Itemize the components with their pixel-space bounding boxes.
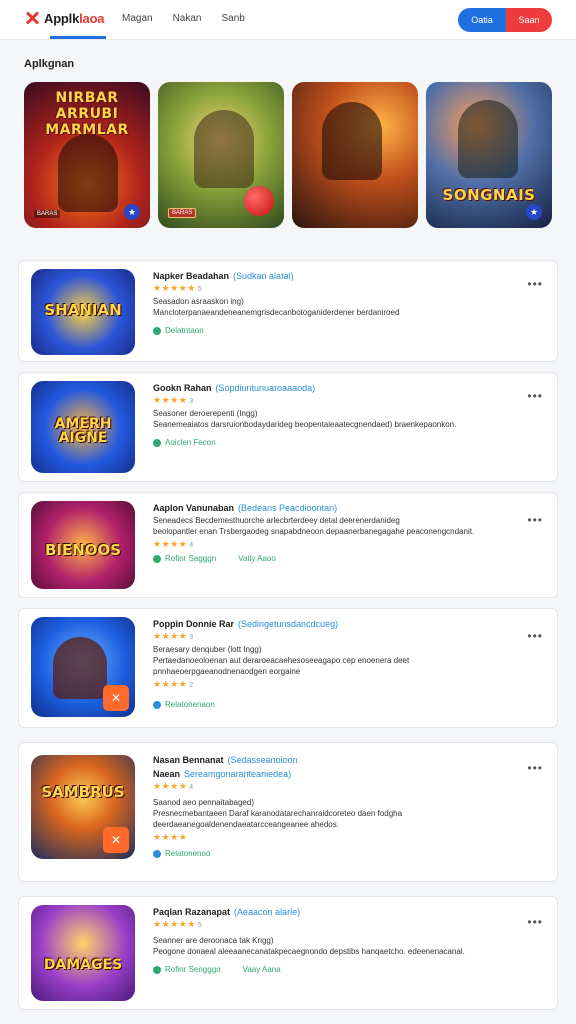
banner-tag: BARAS bbox=[34, 210, 61, 218]
list-item[interactable]: BIENOOS Aaplon Vanunaban (Bedeans Peacdio… bbox=[18, 492, 558, 598]
star-rating-secondary: ★★★★ 2 bbox=[153, 679, 194, 689]
more-dots-icon[interactable]: ••• bbox=[527, 915, 543, 929]
app-icon: AMERH AIGNE bbox=[31, 381, 135, 473]
app-icon: SHANIAN bbox=[31, 269, 135, 355]
oatia-button[interactable]: Oatia bbox=[458, 8, 506, 32]
more-dots-icon[interactable]: ••• bbox=[527, 629, 543, 643]
app-title: Napker Beadahan (Sudkan alatal) bbox=[153, 271, 294, 281]
star-badge-icon: ★ bbox=[124, 204, 140, 220]
check-dot-icon bbox=[153, 554, 161, 563]
app-description: Pertaedanoeoloenan aut deraroeacaehesose… bbox=[153, 656, 410, 676]
hero-figure bbox=[53, 637, 107, 699]
app-status: Rofinr Sagggn Vatly Aaoo bbox=[153, 554, 517, 563]
app-status: Relatonenoo bbox=[153, 849, 517, 858]
list-item[interactable]: AMERH AIGNE Gookn Rahan (Sopdiuntunuaroaa… bbox=[18, 372, 558, 482]
app-meta: Seasadon asraaskon ing) bbox=[153, 297, 244, 306]
app-title: Aaplon Vanunaban (Bedeans Peacdioontan) bbox=[153, 503, 338, 513]
hammer-badge-icon: ✕ bbox=[103, 827, 129, 853]
app-meta: Beraesary denquber (lott Ingg) bbox=[153, 645, 262, 654]
list-item[interactable]: DAMAGES Paqlan Razanapat (Aeaacon alarle)… bbox=[18, 896, 558, 1010]
app-title: Nasan Bennanat (Sedasseanoioon bbox=[153, 755, 298, 765]
hero-figure bbox=[322, 102, 382, 180]
app-info: Poppin Donnie Rar (Sedingetunsdancdcueg) … bbox=[153, 619, 517, 709]
logo-x-icon bbox=[24, 10, 40, 26]
logo-text: Applklaoa bbox=[44, 10, 105, 26]
app-status: Relatonenaon bbox=[153, 700, 517, 709]
star-rating: ★★★★ 4 bbox=[153, 539, 194, 549]
app-icon: SAMBRUS ✕ bbox=[31, 755, 135, 859]
app-info: Napker Beadahan (Sudkan alatal) ★★★★★ 5 Se… bbox=[153, 271, 517, 335]
app-status: Delatntaon bbox=[153, 326, 517, 335]
app-description: Mancloterpanaeandeneanemgrisdecanbotogan… bbox=[153, 308, 400, 317]
app-description: Peogone donaeal aleeaanecanatakpecaegnon… bbox=[153, 947, 465, 956]
app-status: Rofinr Sengggo Vaay Aana bbox=[153, 965, 517, 974]
list-item[interactable]: SHANIAN Napker Beadahan (Sudkan alatal) ★… bbox=[18, 260, 558, 362]
app-description: beolopantler enan Trsbergaodeg snapabdne… bbox=[153, 527, 475, 536]
hero-figure bbox=[194, 110, 254, 188]
logo[interactable]: Applklaoa bbox=[24, 10, 105, 26]
app-description: Presnecmebantaeen Daraf karanodatarechan… bbox=[153, 809, 403, 829]
featured-banner-1[interactable]: NIRBAR ARRUBI MARMLAR BARAS ★ bbox=[24, 82, 150, 228]
star-rating: ★★★★ 4 bbox=[153, 781, 194, 791]
more-dots-icon[interactable]: ••• bbox=[527, 389, 543, 403]
more-dots-icon[interactable]: ••• bbox=[527, 513, 543, 527]
star-rating: ★★★★ 3 bbox=[153, 631, 194, 641]
app-info: Paqlan Razanapat (Aeaacon alarle) ★★★★★ 5 … bbox=[153, 907, 517, 974]
check-dot-icon bbox=[153, 700, 161, 709]
check-dot-icon bbox=[153, 438, 161, 447]
star-rating: ★★★★★ 5 bbox=[153, 283, 203, 293]
more-dots-icon[interactable]: ••• bbox=[527, 277, 543, 291]
top-bar: Applklaoa Magan Nakan Sanb Oatia Saan bbox=[0, 0, 576, 40]
list-item[interactable]: ✕ Poppin Donnie Rar (Sedingetunsdancdcueg… bbox=[18, 608, 558, 728]
app-icon: ✕ bbox=[31, 617, 135, 717]
app-icon: DAMAGES bbox=[31, 905, 135, 1001]
star-rating: ★★★★ 3 bbox=[153, 395, 194, 405]
app-info: Gookn Rahan (Sopdiuntunuaroaaaoda) ★★★★ 3 … bbox=[153, 383, 517, 447]
app-meta: Saanod aeo pennaitabaged) bbox=[153, 798, 254, 807]
nav-item-nakan[interactable]: Nakan bbox=[163, 0, 212, 40]
hammer-badge-icon: ✕ bbox=[103, 685, 129, 711]
app-title: Paqlan Razanapat (Aeaacon alarle) bbox=[153, 907, 301, 917]
hero-figure bbox=[458, 100, 518, 178]
check-dot-icon bbox=[153, 326, 161, 335]
star-rating-secondary: ★★★★ bbox=[153, 832, 188, 842]
nav-item-magan[interactable]: Magan bbox=[112, 0, 163, 40]
app-subtitle: Naean Sereamgonaranteaniedea) bbox=[153, 769, 292, 779]
banner-title: SONGNAIS bbox=[442, 186, 536, 204]
apple-icon bbox=[244, 186, 274, 216]
banner-title: NIRBAR ARRUBI MARMLAR bbox=[45, 90, 129, 138]
featured-banner-4[interactable]: SONGNAIS ★ bbox=[426, 82, 552, 228]
saan-button[interactable]: Saan bbox=[506, 8, 552, 32]
app-info: Nasan Bennanat (Sedasseanoioon Naean Serea… bbox=[153, 755, 517, 858]
app-info: Aaplon Vanunaban (Bedeans Peacdioontan) S… bbox=[153, 503, 517, 563]
app-title: Gookn Rahan (Sopdiuntunuaroaaaoda) bbox=[153, 383, 316, 393]
app-title: Poppin Donnie Rar (Sedingetunsdancdcueg) bbox=[153, 619, 339, 629]
app-description: Seanemeaiatos darsruionbodaydarideg beop… bbox=[153, 420, 457, 429]
header-button-group: Oatia Saan bbox=[458, 8, 552, 32]
list-item[interactable]: SAMBRUS ✕ Nasan Bennanat (Sedasseanoioon … bbox=[18, 742, 558, 882]
check-dot-icon bbox=[153, 965, 161, 974]
star-rating: ★★★★★ 5 bbox=[153, 919, 203, 929]
nav-item-sanb[interactable]: Sanb bbox=[211, 0, 254, 40]
active-tab-indicator bbox=[50, 36, 106, 39]
app-icon: BIENOOS bbox=[31, 501, 135, 589]
banner-tag: BARAS bbox=[168, 208, 197, 218]
more-dots-icon[interactable]: ••• bbox=[527, 761, 543, 775]
check-dot-icon bbox=[153, 849, 161, 858]
main-nav: Magan Nakan Sanb bbox=[112, 0, 255, 40]
section-title: Aplkgnan bbox=[24, 58, 75, 70]
featured-banner-3[interactable] bbox=[292, 82, 418, 228]
star-badge-icon: ★ bbox=[526, 204, 542, 220]
hero-figure bbox=[58, 134, 118, 212]
app-status: Aoiclen Fecon bbox=[153, 438, 517, 447]
app-meta: Seanner are deroonaca tak Kngg) bbox=[153, 936, 274, 945]
featured-banner-2[interactable]: BARAS bbox=[158, 82, 284, 228]
app-meta: Seasoner deroerepenti (Ingg) bbox=[153, 409, 258, 418]
app-meta: Seneadecs Becdemesthuorche arlecbrterdee… bbox=[153, 516, 400, 525]
